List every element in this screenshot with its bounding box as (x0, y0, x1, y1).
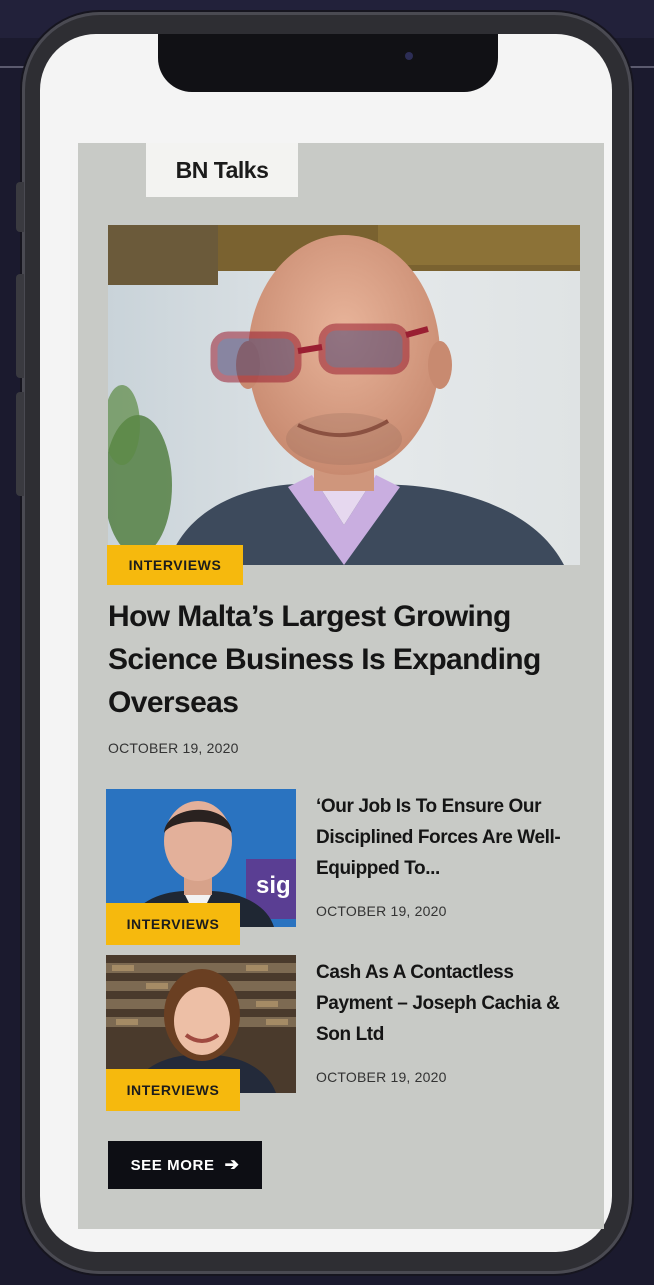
article-date: OCTOBER 19, 2020 (316, 903, 447, 919)
brand-tab[interactable]: BN Talks (146, 143, 298, 197)
silent-switch (16, 182, 24, 232)
article-category-tag[interactable]: INTERVIEWS (106, 903, 240, 945)
featured-headline[interactable]: How Malta’s Largest Growing Science Busi… (108, 595, 568, 724)
see-more-label: SEE MORE (130, 1156, 215, 1174)
article-title[interactable]: ‘Our Job Is To Ensure Our Disciplined Fo… (316, 791, 580, 884)
arrow-right-icon: ➔ (224, 1155, 240, 1174)
svg-text:sig: sig (256, 872, 291, 899)
phone-notch (158, 34, 498, 92)
article-item[interactable]: sig INTERVIEWS ‘Our Job Is To Ensure Our… (106, 789, 580, 945)
see-more-button[interactable]: SEE MORE ➔ (108, 1141, 262, 1189)
article-title[interactable]: Cash As A Contactless Payment – Joseph C… (316, 957, 580, 1050)
front-camera-icon (405, 52, 413, 60)
article-category-tag[interactable]: INTERVIEWS (106, 1069, 240, 1111)
featured-date: OCTOBER 19, 2020 (108, 740, 239, 756)
featured-image[interactable] (108, 225, 580, 565)
featured-category-tag[interactable]: INTERVIEWS (107, 545, 243, 585)
article-item[interactable]: INTERVIEWS Cash As A Contactless Payment… (106, 955, 580, 1111)
volume-up-button (16, 274, 24, 378)
article-date: OCTOBER 19, 2020 (316, 1069, 447, 1085)
news-widget: BN Talks INTERVIEWS How Malta’s Largest … (78, 143, 604, 1229)
volume-down-button (16, 392, 24, 496)
